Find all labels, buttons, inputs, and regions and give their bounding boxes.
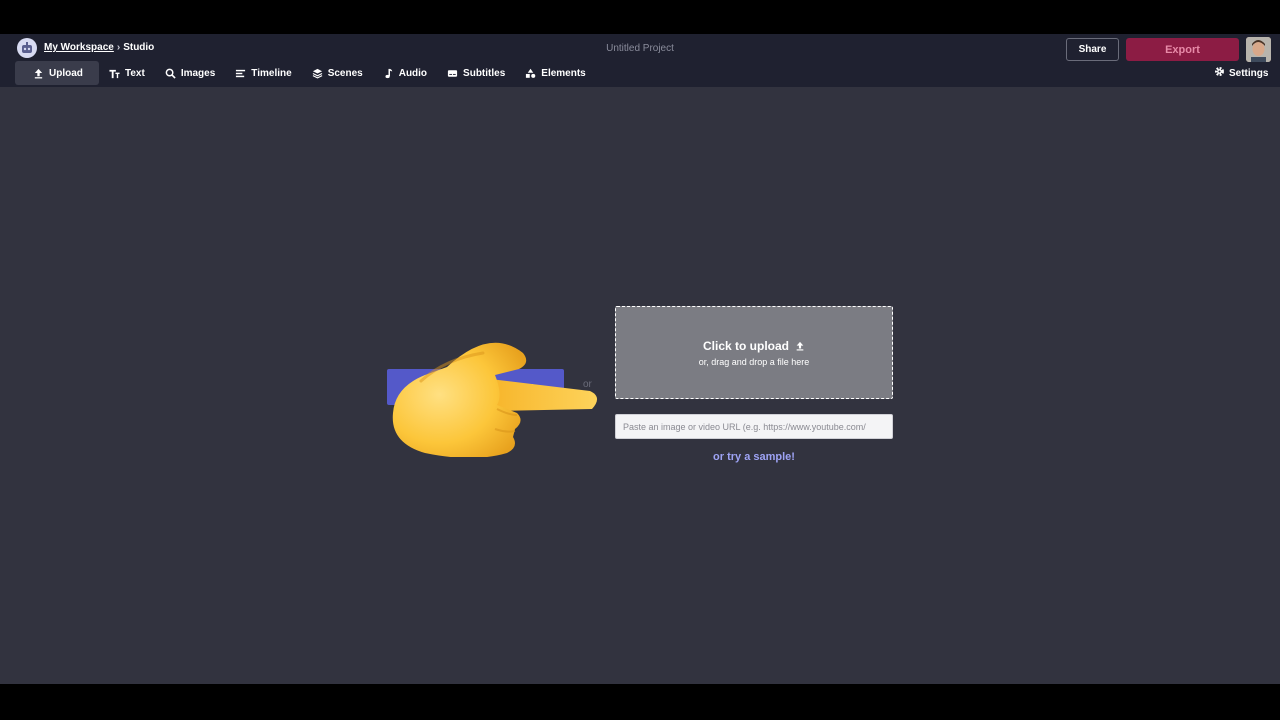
media-url-input[interactable] — [615, 414, 893, 439]
text-icon — [109, 68, 120, 79]
editor-app: My Workspace › Studio Untitled Project S… — [0, 34, 1280, 710]
nav-text[interactable]: Text — [99, 61, 155, 85]
nav-upload-label: Upload — [49, 67, 83, 79]
nav-upload[interactable]: Upload — [15, 61, 99, 85]
music-note-icon — [383, 68, 394, 79]
top-bar: My Workspace › Studio Untitled Project S… — [0, 34, 1280, 87]
gear-icon — [1214, 66, 1225, 80]
nav-elements-label: Elements — [541, 67, 586, 79]
pointing-hand-icon — [392, 342, 598, 457]
main-nav: Upload Text Images Timeline Scenes Audio… — [15, 61, 596, 85]
upload-icon — [33, 68, 44, 79]
upload-arrow-icon — [796, 341, 804, 350]
nav-images-label: Images — [180, 67, 216, 79]
subtitles-icon — [447, 68, 458, 79]
user-avatar[interactable] — [1246, 37, 1271, 62]
nav-text-label: Text — [125, 67, 145, 79]
settings-label: Settings — [1229, 67, 1269, 79]
breadcrumb-current: Studio — [123, 42, 155, 53]
nav-timeline-label: Timeline — [251, 67, 292, 79]
breadcrumb: My Workspace › Studio — [44, 42, 154, 53]
dropzone-title-text: Click to upload — [702, 338, 789, 353]
dropzone-title: Click to upload — [703, 339, 805, 353]
workspace-logo[interactable] — [17, 38, 37, 58]
export-button[interactable]: Export — [1126, 38, 1239, 61]
share-button[interactable]: Share — [1066, 38, 1119, 61]
nav-images[interactable]: Images — [155, 61, 225, 85]
nav-subtitles-label: Subtitles — [463, 67, 506, 79]
try-sample-link[interactable]: or try a sample! — [615, 451, 893, 463]
workspace-link[interactable]: My Workspace — [44, 42, 114, 53]
shapes-icon — [525, 68, 536, 79]
user-photo-icon — [1246, 37, 1271, 62]
nav-scenes[interactable]: Scenes — [302, 61, 373, 85]
project-title[interactable]: Untitled Project — [540, 43, 740, 54]
letterbox-top — [0, 0, 1280, 34]
nav-subtitles[interactable]: Subtitles — [437, 61, 515, 85]
nav-elements[interactable]: Elements — [515, 61, 595, 85]
settings-button[interactable]: Settings — [1214, 66, 1268, 80]
nav-scenes-label: Scenes — [327, 67, 363, 79]
workspace-avatar-icon — [22, 42, 32, 53]
dropzone-subtitle: or, drag and drop a file here — [698, 356, 810, 367]
nav-audio[interactable]: Audio — [373, 61, 437, 85]
layers-icon — [312, 68, 323, 79]
breadcrumb-separator: › — [116, 42, 121, 53]
upload-dropzone[interactable]: Click to upload or, drag and drop a file… — [615, 306, 893, 399]
letterbox-bottom — [0, 684, 1280, 720]
nav-timeline[interactable]: Timeline — [225, 61, 301, 85]
timeline-icon — [235, 68, 246, 79]
nav-audio-label: Audio — [398, 67, 428, 79]
search-icon — [165, 68, 176, 79]
